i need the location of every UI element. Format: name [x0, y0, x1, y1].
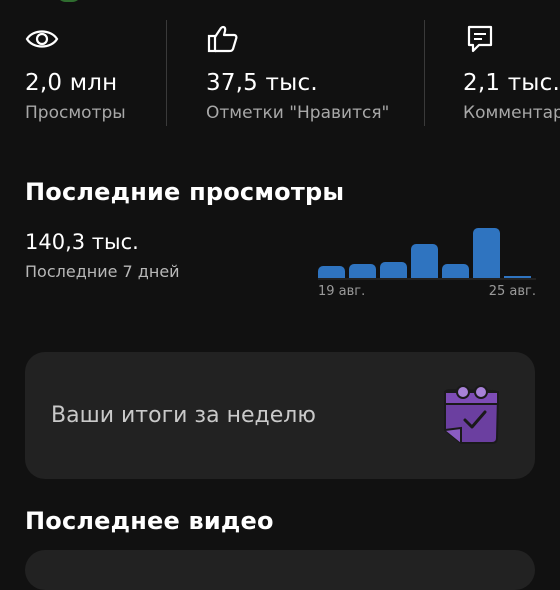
tick-label-start: 19 авг.	[318, 284, 366, 299]
latest-video-card[interactable]	[25, 550, 535, 590]
divider	[424, 20, 425, 126]
chart-bar[interactable]	[442, 264, 469, 278]
comments-label: Комментарии	[463, 103, 560, 123]
likes-value: 37,5 тыс.	[206, 70, 318, 96]
recent-views-value: 140,3 тыс.	[25, 230, 139, 254]
divider	[166, 20, 167, 126]
eye-icon	[25, 24, 59, 54]
weekly-summary-text: Ваши итоги за неделю	[51, 403, 316, 428]
chart-bar[interactable]	[411, 244, 438, 278]
thumbs-up-icon	[206, 24, 240, 54]
comments-value: 2,1 тыс.	[463, 70, 560, 96]
views-bar-chart[interactable]: 19 авг. 25 авг.	[318, 226, 536, 300]
weekly-summary-card[interactable]: Ваши итоги за неделю	[25, 352, 535, 479]
views-value: 2,0 млн	[25, 70, 118, 96]
tick-label-end: 25 авг.	[488, 284, 536, 299]
likes-label: Отметки "Нравится"	[206, 103, 390, 123]
chart-baseline	[318, 278, 536, 280]
chart-bar[interactable]	[380, 262, 407, 278]
chart-bar[interactable]	[473, 228, 500, 278]
chart-bar[interactable]	[504, 276, 531, 278]
recent-views-period: Последние 7 дней	[25, 262, 180, 281]
calendar-check-icon	[435, 380, 507, 452]
chart-bar[interactable]	[318, 266, 345, 278]
comment-icon	[463, 24, 497, 54]
recent-views-title: Последние просмотры	[25, 178, 345, 206]
stats-row: 2,0 млн Просмотры 37,5 тыс. Отметки "Нра…	[0, 0, 560, 140]
views-label: Просмотры	[25, 103, 126, 123]
chart-bar[interactable]	[349, 264, 376, 278]
latest-video-title: Последнее видео	[25, 507, 274, 535]
